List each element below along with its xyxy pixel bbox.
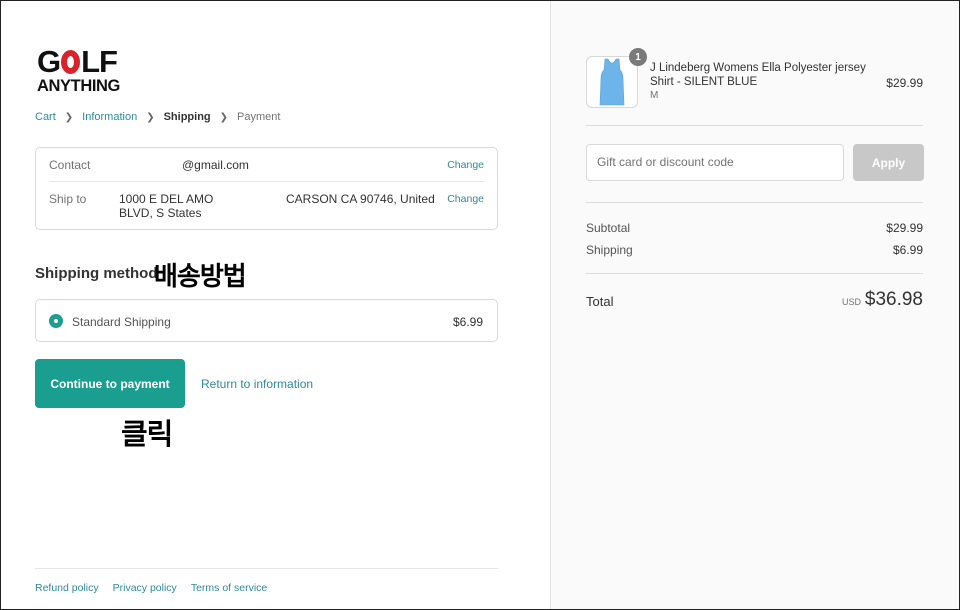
shipto-address-line1: 1000 E DEL AMO BLVD, S States	[119, 192, 214, 220]
checkout-page: G LF ANYTHING Cart ❯ Information ❯ Shippi…	[0, 0, 960, 610]
privacy-policy-link[interactable]: Privacy policy	[113, 582, 177, 594]
shipto-address-line2: CARSON CA 90746, United	[286, 192, 435, 206]
total-currency: USD	[841, 297, 861, 307]
shipping-option-price: $6.99	[452, 315, 483, 329]
breadcrumb-information[interactable]: Information	[82, 111, 137, 123]
shipto-label: Ship to	[49, 192, 87, 206]
change-contact-link[interactable]: Change	[447, 159, 484, 171]
chevron-right-icon: ❯	[64, 111, 74, 123]
total-label: Total	[586, 294, 614, 309]
checkout-main: G LF ANYTHING Cart ❯ Information ❯ Shippi…	[1, 1, 550, 609]
breadcrumb-payment: Payment	[237, 111, 281, 123]
tank-top-icon	[599, 58, 625, 106]
refund-policy-link[interactable]: Refund policy	[35, 582, 99, 594]
summary-divider	[586, 273, 923, 274]
shipping-cost-value: $6.99	[892, 243, 923, 257]
radio-selected-icon[interactable]	[49, 314, 63, 328]
shipto-row: Ship to 1000 E DEL AMO BLVD, S States CA…	[49, 192, 484, 226]
breadcrumb-shipping: Shipping	[163, 111, 211, 123]
product-name: J Lindeberg Womens Ella Polyester jersey…	[650, 62, 866, 88]
click-annotation: 클릭	[121, 417, 173, 451]
contact-label: Contact	[49, 158, 91, 172]
summary-divider	[586, 125, 923, 126]
summary-divider	[586, 202, 923, 203]
review-divider	[49, 181, 484, 182]
chevron-right-icon: ❯	[219, 111, 229, 123]
terms-of-service-link[interactable]: Terms of service	[191, 582, 267, 594]
store-logo[interactable]: G LF ANYTHING	[37, 46, 120, 95]
footer-divider	[35, 568, 498, 569]
product-thumbnail	[586, 56, 638, 108]
chevron-right-icon: ❯	[146, 111, 155, 123]
subtotal-row: Subtotal $29.99	[586, 221, 923, 235]
contact-row: Contact @gmail.com Change	[49, 158, 484, 182]
discount-code-input[interactable]: Gift card or discount code	[586, 144, 844, 181]
breadcrumb-cart[interactable]: Cart	[35, 111, 56, 123]
quantity-badge: 1	[629, 48, 647, 66]
order-summary: 1 J Lindeberg Womens Ella Polyester jers…	[550, 1, 959, 609]
review-box: Contact @gmail.com Change Ship to 1000 E…	[35, 147, 498, 230]
change-shipto-link[interactable]: Change	[447, 193, 484, 205]
subtotal-label: Subtotal	[586, 221, 631, 235]
continue-to-payment-button[interactable]: Continue to payment	[35, 359, 185, 408]
total-amount: $36.98	[864, 289, 923, 310]
logo-ring-icon	[61, 50, 81, 74]
apply-discount-button[interactable]: Apply	[853, 144, 924, 181]
shipping-cost-row: Shipping $6.99	[586, 243, 923, 257]
return-to-information-link[interactable]: Return to information	[201, 377, 313, 391]
shipping-method-heading: Shipping method	[35, 265, 158, 282]
contact-value: @gmail.com	[182, 158, 249, 172]
shipping-method-annotation: 배송방법	[154, 262, 247, 292]
product-variant: M	[650, 90, 659, 101]
breadcrumb: Cart ❯ Information ❯ Shipping ❯ Payment	[35, 111, 280, 123]
footer-links: Refund policy Privacy policy Terms of se…	[35, 582, 281, 594]
shipping-option-name: Standard Shipping	[72, 315, 171, 329]
product-price: $29.99	[886, 76, 923, 90]
shipping-cost-label: Shipping	[586, 243, 633, 257]
shipping-option-standard[interactable]: Standard Shipping $6.99	[35, 299, 498, 342]
subtotal-value: $29.99	[886, 221, 923, 235]
